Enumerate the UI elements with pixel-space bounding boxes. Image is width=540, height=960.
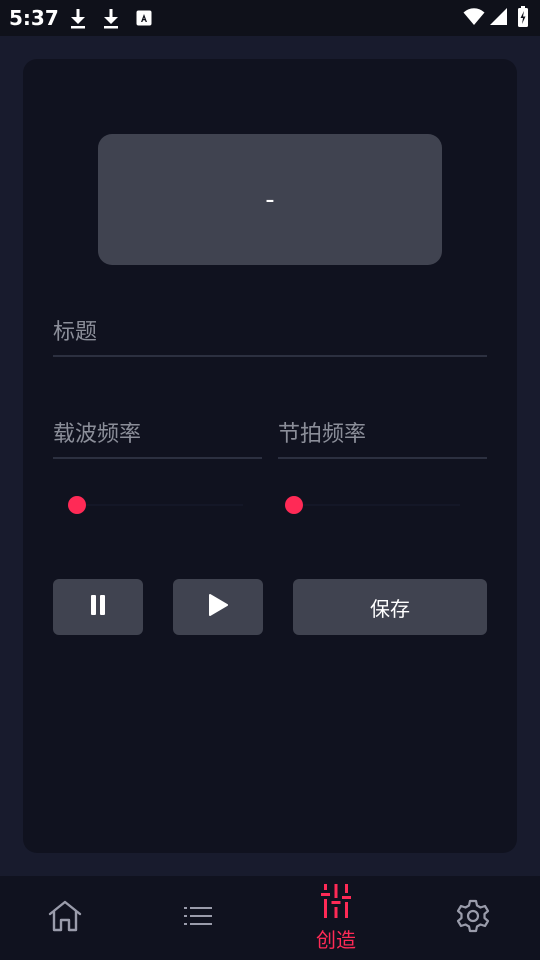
battery-icon bbox=[517, 6, 529, 32]
main-card: - 保存 bbox=[23, 59, 517, 853]
sliders-icon bbox=[321, 883, 351, 922]
slider-track bbox=[285, 504, 460, 506]
frequency-display: - bbox=[98, 134, 442, 265]
nav-home[interactable] bbox=[25, 876, 105, 960]
carrier-frequency-field bbox=[53, 411, 262, 459]
beat-frequency-input[interactable] bbox=[278, 411, 487, 457]
download-icon bbox=[102, 8, 120, 34]
nav-create[interactable]: 创造 bbox=[296, 876, 376, 960]
display-text: - bbox=[265, 184, 275, 215]
save-label: 保存 bbox=[370, 596, 410, 621]
nav-create-label: 创造 bbox=[316, 927, 356, 952]
pause-icon bbox=[90, 595, 106, 619]
play-button[interactable] bbox=[173, 579, 263, 635]
nav-settings[interactable] bbox=[433, 876, 513, 960]
home-icon bbox=[47, 899, 83, 937]
download-icon bbox=[69, 8, 87, 34]
bottom-navigation: 创造 bbox=[0, 876, 540, 960]
title-input[interactable] bbox=[53, 309, 487, 355]
slider-thumb[interactable] bbox=[285, 496, 303, 514]
signal-icon bbox=[489, 7, 508, 30]
play-icon bbox=[208, 593, 228, 621]
pause-button[interactable] bbox=[53, 579, 143, 635]
title-field bbox=[53, 309, 487, 357]
slider-track bbox=[68, 504, 243, 506]
status-time: 5:37 bbox=[9, 6, 59, 30]
save-button[interactable]: 保存 bbox=[293, 579, 487, 635]
wifi-icon bbox=[463, 8, 485, 30]
beat-frequency-field bbox=[278, 411, 487, 459]
status-bar: 5:37 bbox=[0, 0, 540, 36]
nav-list[interactable] bbox=[158, 876, 238, 960]
slider-thumb[interactable] bbox=[68, 496, 86, 514]
beat-frequency-slider[interactable] bbox=[285, 493, 460, 517]
carrier-frequency-slider[interactable] bbox=[68, 493, 243, 517]
gear-icon bbox=[456, 899, 490, 937]
text-icon bbox=[136, 10, 152, 30]
carrier-frequency-input[interactable] bbox=[53, 411, 262, 457]
list-icon bbox=[183, 905, 213, 931]
